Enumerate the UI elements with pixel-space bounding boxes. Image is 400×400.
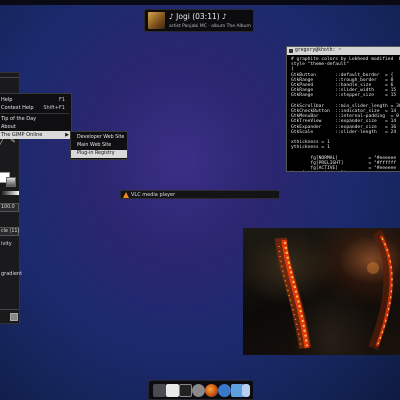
download-icon[interactable] — [242, 384, 250, 397]
menu-item-tip-of-the-day[interactable]: Tip of the Day — [0, 115, 71, 123]
menu-item-help[interactable]: Help F1 — [0, 96, 71, 104]
terminal-icon[interactable] — [179, 384, 192, 397]
vlc-window-title: VLC media player — [131, 192, 176, 198]
value-field-text: 100.0 — [1, 205, 15, 210]
menu-item-label: Help — [1, 97, 13, 103]
background-color-swatch[interactable] — [6, 177, 16, 187]
menu-item-gimp-online[interactable]: The GIMP Online ▶ — [0, 131, 71, 139]
dock-separator-bottom — [0, 309, 19, 310]
network-icon[interactable] — [218, 384, 231, 397]
vlc-window-titlebar[interactable]: VLC media player — [120, 190, 280, 199]
reset-icon[interactable] — [10, 313, 18, 321]
terminal-line: GtkRange ::stepper_size = 15 — [291, 93, 397, 99]
now-playing-title: ♪ Jogi (03:11) ♪ — [169, 12, 227, 21]
menu-item-label: The GIMP Online — [1, 132, 43, 138]
menu-item-accel: F1 — [58, 97, 65, 103]
terminal-window[interactable]: gregory@khoth: ~ # graphite colors by Lo… — [286, 46, 400, 172]
terminal-line: style "theme-default" — [291, 62, 350, 68]
vlc-cone-icon — [123, 192, 129, 198]
menu-item-label: Tip of the Day — [1, 116, 37, 122]
terminal-titlebar[interactable]: gregory@khoth: ~ — [287, 47, 400, 55]
firefox-icon[interactable] — [205, 384, 218, 397]
document-icon[interactable] — [166, 384, 179, 397]
mode-label: cle (11) — [1, 229, 20, 234]
terminal-line: GtkScale ::slider-length = 24 — [291, 129, 397, 135]
settings-icon[interactable] — [192, 384, 205, 397]
file-manager-icon[interactable] — [153, 384, 166, 397]
terminal-line: bs, Active window list — [291, 171, 352, 172]
now-playing-widget[interactable]: ♪ Jogi (03:11) ♪ artist Panjabi MC · alb… — [144, 9, 254, 32]
terminal-line: ythickness = 1 — [291, 145, 330, 151]
menu-item-context-help[interactable]: Context Help Shift+F1 — [0, 104, 71, 112]
dock-separator — [0, 77, 19, 78]
menu-item-label: Context Help — [1, 105, 34, 111]
mode-field[interactable]: cle (11) — [0, 227, 19, 236]
menu-item-about[interactable]: About — [0, 123, 71, 131]
terminal-icon — [289, 49, 293, 53]
menu-item-label: About — [1, 124, 16, 130]
help-menu[interactable]: Help F1 Context Help Shift+F1 Tip of the… — [0, 93, 72, 139]
menu-separator — [0, 113, 69, 114]
gimp-online-submenu[interactable]: Developer Web Site Main Web Site Plug-in… — [70, 131, 128, 160]
top-panel-edge — [0, 0, 400, 5]
submenu-item-developer-web-site[interactable]: Developer Web Site — [71, 134, 127, 142]
bottom-dock[interactable] — [148, 380, 254, 400]
video-content — [275, 229, 394, 350]
vlc-video-frame[interactable] — [243, 228, 400, 355]
value-field[interactable]: 100.0 — [0, 203, 19, 212]
gradient-preview — [0, 191, 19, 195]
gradient-label: gradient — [1, 271, 23, 277]
submenu-arrow-icon: ▶ — [65, 132, 69, 138]
submenu-item-plugin-registry[interactable]: Plug-in Registry — [71, 150, 127, 158]
opacity-label: ivity — [1, 241, 12, 247]
menu-item-accel: Shift+F1 — [43, 105, 65, 111]
submenu-item-main-web-site[interactable]: Main Web Site — [71, 142, 127, 150]
album-art — [148, 12, 165, 29]
now-playing-subtitle: artist Panjabi MC · album The Album — [169, 24, 251, 29]
terminal-title: gregory@khoth: ~ — [295, 48, 342, 53]
